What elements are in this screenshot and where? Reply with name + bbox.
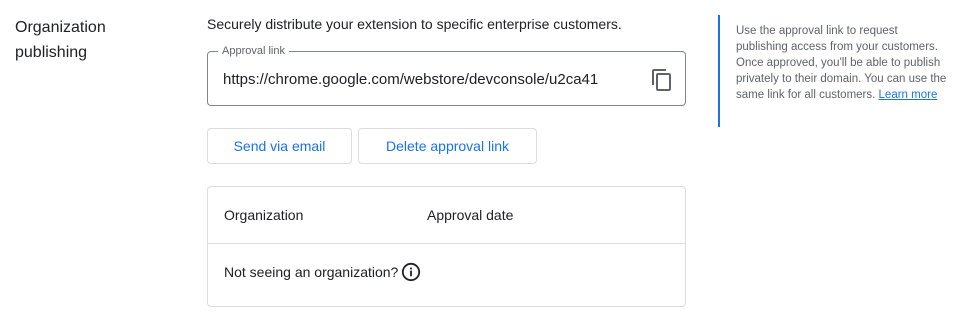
- section-description: Securely distribute your extension to sp…: [207, 16, 622, 32]
- approval-link-label: Approval link: [218, 44, 289, 58]
- column-header-approval-date: Approval date: [427, 207, 514, 223]
- approval-link-value[interactable]: https://chrome.google.com/webstore/devco…: [223, 70, 645, 90]
- learn-more-link[interactable]: Learn more: [879, 89, 938, 101]
- copy-icon[interactable]: [650, 68, 674, 92]
- table-empty-row: Not seeing an organization?: [224, 262, 421, 282]
- info-icon[interactable]: [401, 262, 421, 282]
- table-header: Organization Approval date: [208, 187, 685, 244]
- send-via-email-button[interactable]: Send via email: [207, 128, 352, 164]
- organization-table: Organization Approval date Not seeing an…: [207, 186, 686, 307]
- column-header-organization: Organization: [224, 207, 304, 223]
- help-panel: Use the approval link to request publish…: [718, 15, 950, 127]
- section-title: Organization publishing: [15, 19, 106, 61]
- approval-link-field[interactable]: Approval link https://chrome.google.com/…: [207, 44, 686, 106]
- delete-approval-link-button[interactable]: Delete approval link: [358, 128, 537, 164]
- empty-row-text: Not seeing an organization?: [224, 264, 399, 280]
